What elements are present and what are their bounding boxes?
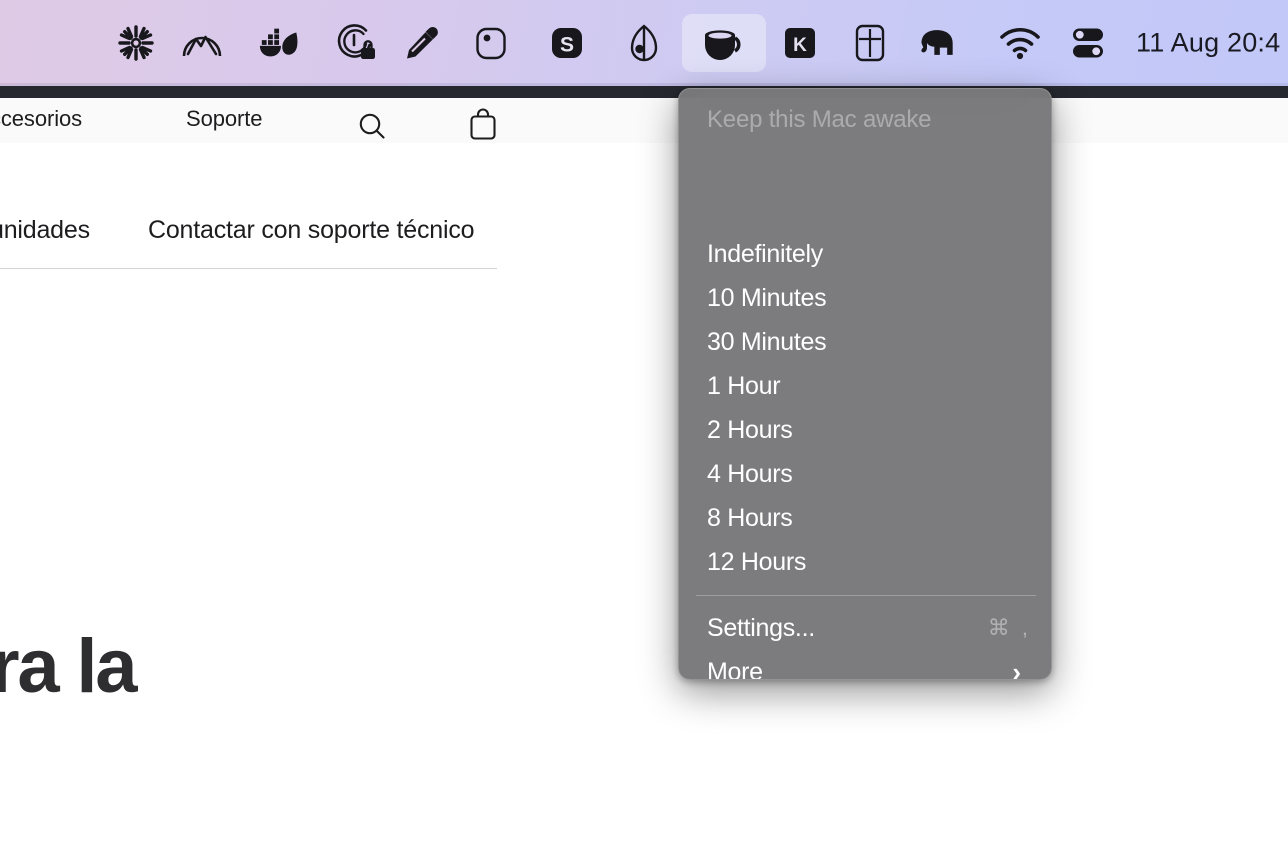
menu-item-label: 8 Hours — [707, 504, 1031, 533]
docker-leaf-icon[interactable] — [258, 21, 302, 65]
menu-divider-top — [696, 595, 1036, 596]
subnav-divider — [0, 268, 497, 269]
rounded-square-dot-icon[interactable] — [469, 21, 513, 65]
elephant-icon[interactable] — [916, 21, 960, 65]
browser-window: ccesorios Soporte unidades Contactar con… — [0, 86, 1288, 858]
menu-bar-clock[interactable]: 11 Aug 20:4 — [1136, 28, 1280, 59]
control-center-icon[interactable] — [1066, 21, 1110, 65]
rectangle-layout-icon[interactable] — [848, 21, 892, 65]
menu-item-label: Settings... — [707, 614, 988, 643]
menu-item-10-minutes[interactable]: 10 Minutes — [679, 276, 1052, 320]
chevron-right-icon: › — [1012, 659, 1021, 680]
menu-item-label: Indefinitely — [707, 240, 1031, 269]
timer-lock-icon[interactable] — [335, 21, 379, 65]
macos-menu-bar: S K — [0, 0, 1288, 86]
menu-item-label: 1 Hour — [707, 372, 1031, 401]
menu-item-label: 30 Minutes — [707, 328, 1031, 357]
menu-item-4-hours[interactable]: 4 Hours — [679, 452, 1052, 496]
nav-link-accesorios[interactable]: ccesorios — [0, 106, 82, 132]
menu-item-1-hour[interactable]: 1 Hour — [679, 364, 1052, 408]
site-global-nav: ccesorios Soporte — [0, 98, 1288, 143]
svg-text:K: K — [793, 35, 807, 56]
browser-chrome-bar — [0, 86, 1288, 98]
menu-item-indefinitely[interactable]: Indefinitely — [679, 232, 1052, 276]
page-content: unidades Contactar con soporte técnico r… — [0, 143, 1288, 858]
color-picker-icon[interactable] — [400, 21, 444, 65]
menu-item-label: 4 Hours — [707, 460, 1031, 489]
menu-item-settings[interactable]: Settings... ⌘ , — [679, 606, 1052, 650]
menu-item-more[interactable]: More › — [679, 650, 1052, 680]
nav-link-soporte[interactable]: Soporte — [186, 106, 262, 132]
menu-item-8-hours[interactable]: 8 Hours — [679, 496, 1052, 540]
subnav-link-contactar-soporte[interactable]: Contactar con soporte técnico — [148, 216, 474, 245]
menu-item-label: 10 Minutes — [707, 284, 1031, 313]
shottr-s-icon[interactable]: S — [545, 21, 589, 65]
menu-item-2-hours[interactable]: 2 Hours — [679, 408, 1052, 452]
page-heading: ra la — [0, 623, 135, 710]
menu-bar-edge — [0, 83, 1288, 86]
bean-drop-icon[interactable] — [622, 21, 666, 65]
keka-k-icon[interactable]: K — [778, 21, 822, 65]
wifi-icon[interactable] — [998, 21, 1042, 65]
menu-item-12-hours[interactable]: 12 Hours — [679, 540, 1052, 584]
menu-item-shortcut: ⌘ , — [988, 615, 1031, 641]
subnav-link-comunidades[interactable]: unidades — [0, 216, 90, 245]
menu-item-label: More — [707, 658, 1012, 681]
nordvpn-mountain-icon[interactable] — [180, 21, 224, 65]
menu-item-label: 12 Hours — [707, 548, 1031, 577]
menu-header-label: Keep this Mac awake — [707, 106, 931, 134]
menu-item-label: 2 Hours — [707, 416, 1031, 445]
menu-item-30-minutes[interactable]: 30 Minutes — [679, 320, 1052, 364]
screen: ccesorios Soporte unidades Contactar con… — [0, 0, 1288, 858]
lungo-coffee-cup-icon[interactable] — [682, 14, 766, 72]
lungo-dropdown-menu: Keep this Mac awake Indefinitely 10 Minu… — [678, 88, 1052, 680]
asterisk-burst-icon[interactable] — [114, 21, 158, 65]
svg-text:S: S — [560, 34, 574, 57]
